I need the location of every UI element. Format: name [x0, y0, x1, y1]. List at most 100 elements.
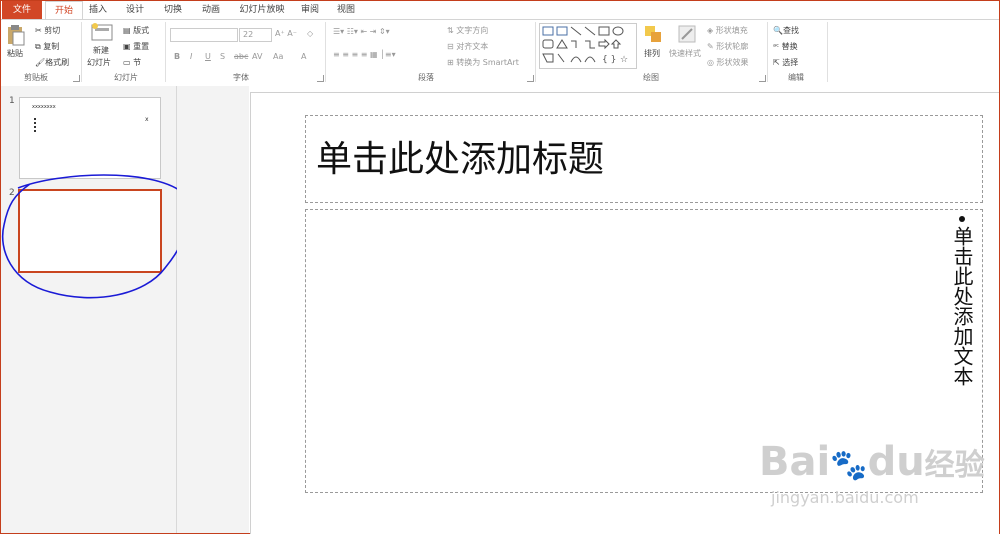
quick-styles-label[interactable]: 快速样式 — [669, 48, 701, 59]
reset-label: 重置 — [133, 42, 150, 51]
smartart-icon: ⊞ — [447, 58, 454, 67]
tab-review[interactable]: 审阅 — [295, 1, 325, 19]
select-button[interactable]: ⇱ 选择 — [773, 57, 798, 68]
align-text-button[interactable]: ⊟ 对齐文本 — [447, 41, 488, 52]
copy-label: 复制 — [43, 42, 60, 51]
font-name-dropdown[interactable] — [170, 28, 238, 42]
editor-gutter — [177, 86, 249, 533]
thumbnail-side-mark: x — [145, 116, 149, 123]
group-label-slides: 幻灯片 — [114, 73, 138, 82]
paste-icon[interactable] — [7, 24, 25, 46]
separator — [535, 22, 536, 82]
find-label: 查找 — [782, 26, 799, 35]
group-label-editing: 编辑 — [788, 73, 804, 82]
paragraph-launcher[interactable] — [527, 75, 534, 82]
svg-text:{ }: { } — [602, 55, 616, 65]
tab-file[interactable]: 文件 — [2, 1, 42, 19]
shape-outline-button[interactable]: ✎ 形状轮廓 — [707, 41, 748, 52]
paw-icon: 🐾 — [830, 448, 868, 483]
thumbnail-title-mark: хххххххх — [32, 104, 56, 110]
scissors-icon: ✂ — [35, 26, 42, 35]
cursor-icon: ⇱ — [773, 58, 780, 67]
shape-effects-button[interactable]: ◎ 形状效果 — [707, 57, 749, 68]
layout-button[interactable]: ▤ 版式 — [123, 25, 149, 36]
arrange-label[interactable]: 排列 — [644, 48, 660, 59]
separator — [81, 22, 82, 82]
clear-format-icon[interactable]: ◇ — [307, 29, 313, 38]
group-label-paragraph: 段落 — [418, 73, 434, 82]
font-launcher[interactable] — [317, 75, 324, 82]
watermark-brand: Bai — [759, 439, 831, 485]
layout-icon: ▤ — [123, 26, 131, 35]
arrange-icon[interactable] — [643, 24, 663, 44]
text-direction-label: 文字方向 — [456, 26, 489, 35]
svg-text:☆: ☆ — [620, 55, 628, 65]
watermark-brand2: du — [867, 439, 925, 485]
tab-animations[interactable]: 动画 — [195, 1, 227, 19]
text-direction-button[interactable]: ⇅ 文字方向 — [447, 25, 488, 36]
format-painter-button[interactable]: 🖌格式刷 — [35, 57, 69, 68]
section-label: 节 — [133, 58, 142, 67]
section-icon: ▭ — [123, 58, 131, 67]
ribbon: 粘贴 ✂ 剪切 ⧉ 复制 🖌格式刷 剪贴板 新建 幻灯片 ▤ 版式 ▣ 重置 ▭… — [1, 19, 999, 87]
cut-label: 剪切 — [44, 26, 61, 35]
slide-canvas[interactable]: 单击此处添加标题 单击此处添加文本 Bai🐾du经验 jingyan.baidu… — [250, 92, 999, 534]
align-text-icon: ⊟ — [447, 42, 454, 51]
new-slide-icon[interactable] — [91, 23, 113, 41]
shapes-icon: { } ☆ — [542, 26, 628, 65]
paste-label[interactable]: 粘贴 — [7, 48, 23, 59]
shape-fill-button[interactable]: ◈ 形状填充 — [707, 25, 748, 36]
separator — [827, 22, 828, 82]
fill-icon: ◈ — [707, 26, 714, 35]
grow-font-icon[interactable]: A⁺ A⁻ — [275, 29, 297, 38]
underline-button[interactable]: U — [205, 52, 211, 61]
outline-icon: ✎ — [707, 42, 714, 51]
layout-label: 版式 — [133, 26, 150, 35]
drawing-launcher[interactable] — [759, 75, 766, 82]
find-button[interactable]: 🔍查找 — [773, 25, 799, 36]
shapes-gallery[interactable]: { } ☆ — [539, 23, 637, 69]
align-icons[interactable]: ≡ ≡ ≡ ≡ ▦ │≡▾ — [333, 50, 396, 59]
watermark-logo: Bai🐾du经验 — [759, 439, 985, 485]
new-slide-label[interactable]: 新建 — [93, 45, 109, 56]
change-case-button[interactable]: Aa — [273, 52, 283, 61]
title-placeholder-text: 单击此处添加标题 — [316, 139, 605, 180]
watermark-brand3: 经验 — [924, 448, 985, 483]
group-label-font: 字体 — [233, 73, 249, 82]
slide-thumbnail-1[interactable]: хххххххх x — [19, 97, 161, 179]
tab-slideshow[interactable]: 幻灯片放映 — [233, 1, 291, 19]
font-size-dropdown[interactable]: 22 — [239, 28, 272, 42]
clipboard-launcher[interactable] — [73, 75, 80, 82]
tab-home[interactable]: 开始 — [45, 1, 83, 20]
reset-icon: ▣ — [123, 42, 131, 51]
copy-icon: ⧉ — [35, 42, 41, 51]
quick-styles-icon[interactable] — [677, 24, 697, 44]
group-label-drawing: 绘图 — [643, 73, 659, 82]
effects-icon: ◎ — [707, 58, 714, 67]
cut-button[interactable]: ✂ 剪切 — [35, 25, 60, 36]
reset-button[interactable]: ▣ 重置 — [123, 41, 149, 52]
char-spacing-button[interactable]: AV — [252, 52, 262, 61]
smartart-button[interactable]: ⊞ 转换为 SmartArt — [447, 57, 519, 68]
tab-design[interactable]: 设计 — [119, 1, 151, 19]
new-slide-label2[interactable]: 幻灯片 — [87, 57, 111, 68]
format-painter-label: 格式刷 — [45, 58, 70, 67]
replace-icon: ᵃᶜ — [773, 42, 780, 51]
tab-insert[interactable]: 插入 — [83, 1, 113, 19]
align-text-label: 对齐文本 — [456, 42, 489, 51]
font-color-icon[interactable]: A — [301, 52, 306, 61]
brush-icon: 🖌 — [35, 58, 46, 67]
copy-button[interactable]: ⧉ 复制 — [35, 41, 59, 52]
italic-button[interactable]: I — [190, 52, 192, 61]
replace-button[interactable]: ᵃᶜ 替换 — [773, 41, 798, 52]
bold-button[interactable]: B — [174, 52, 180, 61]
section-button[interactable]: ▭ 节 — [123, 57, 141, 68]
smartart-label: 转换为 SmartArt — [456, 58, 519, 67]
tab-transitions[interactable]: 切换 — [157, 1, 189, 19]
bullets-icon[interactable]: ☰▾ ☷▾ ⇤ ⇥ ⇕▾ — [333, 27, 390, 36]
title-placeholder[interactable]: 单击此处添加标题 — [305, 115, 983, 203]
ribbon-tab-bar: 文件 开始 插入 设计 切换 动画 幻灯片放映 审阅 视图 — [1, 1, 999, 20]
shadow-button[interactable]: S — [220, 52, 225, 61]
strikethrough-button[interactable]: abc — [234, 52, 248, 61]
tab-view[interactable]: 视图 — [331, 1, 361, 19]
